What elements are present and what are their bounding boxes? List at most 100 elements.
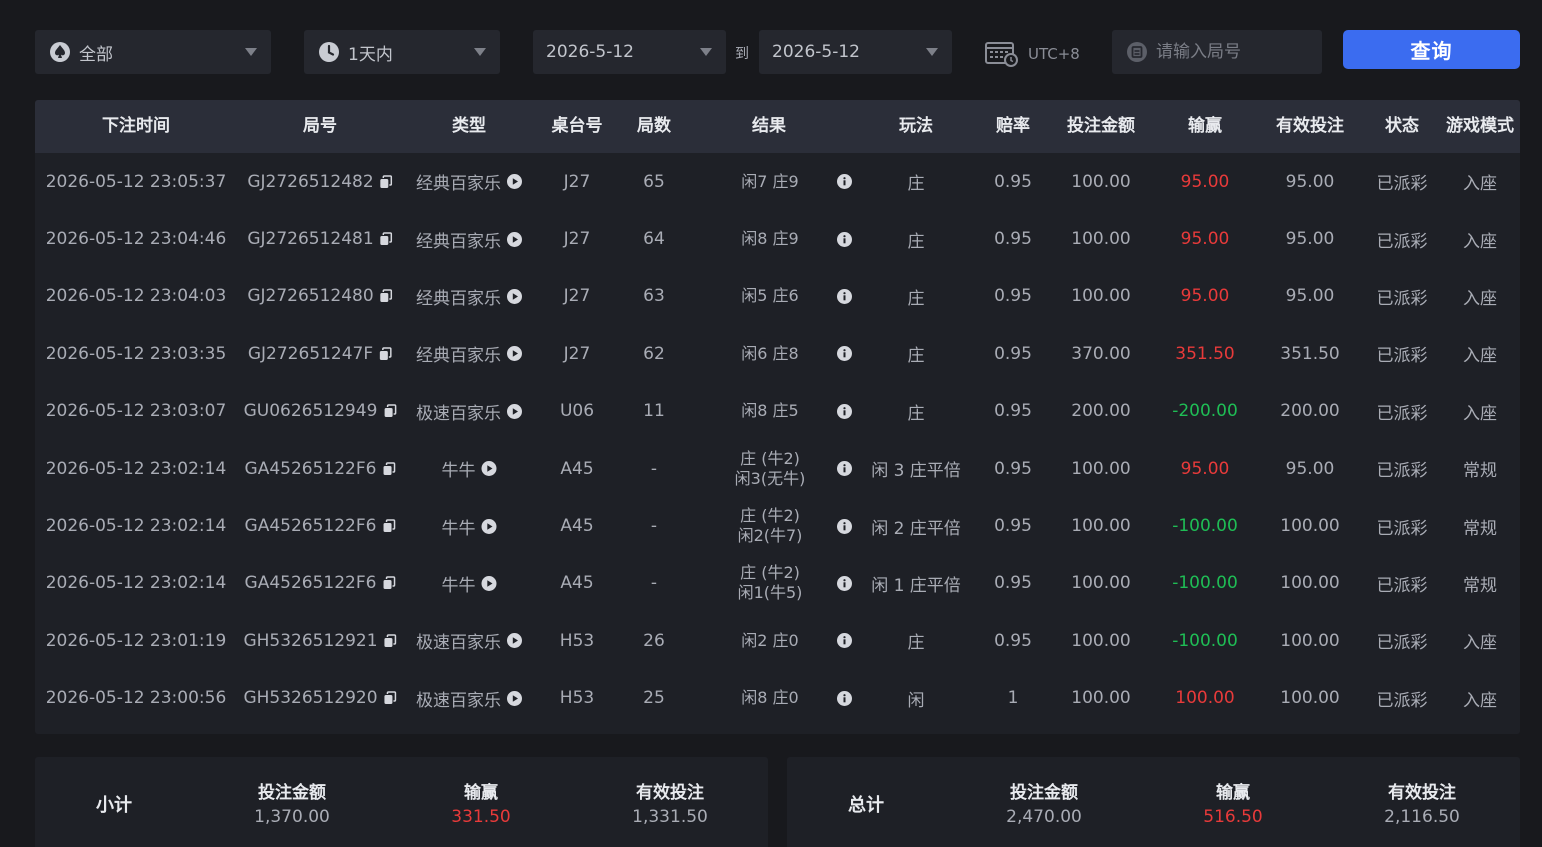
info-icon[interactable]	[837, 461, 852, 477]
play-replay-icon[interactable]	[481, 461, 497, 477]
cell-round-id: GH5326512921	[243, 612, 397, 669]
header-game-mode: 游戏模式	[1446, 116, 1514, 136]
cell-game-type: 经典百家乐	[416, 210, 522, 267]
table-row[interactable]: 2026-05-12 23:04:46 GJ2726512481 经典百家乐 J27 6…	[35, 210, 1520, 267]
cell-round-id: GJ272651247F	[248, 325, 392, 382]
cell-round-id: GJ2726512482	[247, 153, 393, 210]
cell-odds: 1	[1007, 688, 1019, 709]
cell-bet-time: 2026-05-12 23:00:56	[45, 688, 227, 709]
play-replay-icon[interactable]	[481, 518, 497, 534]
copy-icon[interactable]	[380, 174, 393, 189]
result-line: 闲2 庄0	[741, 630, 799, 650]
cell-play: 庄	[907, 288, 925, 309]
query-button[interactable]: 查询	[1343, 30, 1520, 69]
game-type-text: 极速百家乐	[416, 633, 501, 654]
play-replay-icon[interactable]	[507, 288, 522, 304]
header-status: 状态	[1385, 116, 1419, 136]
info-icon[interactable]	[837, 174, 852, 190]
cell-play: 闲 2 庄平倍	[871, 518, 961, 539]
cell-bet-amount: 370.00	[1071, 343, 1131, 364]
table-row[interactable]: 2026-05-12 23:04:03 GJ2726512480 经典百家乐 J27 6…	[35, 268, 1520, 325]
info-icon[interactable]	[837, 518, 852, 534]
cell-round-id: GJ2726512481	[247, 210, 393, 267]
table-row[interactable]: 2026-05-12 23:02:14 GA45265122F6 牛牛 A45 - 庄 (…	[35, 555, 1520, 612]
copy-icon[interactable]	[384, 634, 397, 648]
table-row[interactable]: 2026-05-12 23:02:14 GA45265122F6 牛牛 A45 - 庄 (…	[35, 440, 1520, 497]
cell-bet-time: 2026-05-12 23:01:19	[45, 630, 227, 651]
game-type-select[interactable]: 全部	[35, 30, 271, 74]
round-id-text: GA45265122F6	[244, 573, 377, 594]
play-replay-icon[interactable]	[481, 575, 497, 591]
play-replay-icon[interactable]	[507, 346, 522, 362]
game-type-text: 牛牛	[441, 518, 476, 539]
end-date-select[interactable]: 2026-5-12	[759, 30, 952, 74]
cell-result: 庄 (牛2) 闲3(无牛)	[720, 440, 852, 497]
start-date-select[interactable]: 2026-5-12	[533, 30, 726, 74]
cell-table-no: H53	[559, 688, 595, 709]
copy-icon[interactable]	[380, 232, 393, 246]
total-valid-value: 2,116.50	[1384, 807, 1460, 827]
info-icon[interactable]	[837, 288, 852, 304]
result-text: 闲8 庄9	[720, 229, 820, 249]
date-range-separator: 到	[735, 46, 749, 62]
cell-round-count: 62	[643, 343, 665, 364]
cell-odds: 0.95	[994, 573, 1032, 594]
table-row[interactable]: 2026-05-12 23:03:07 GU0626512949 极速百家乐 U06 1…	[35, 383, 1520, 440]
copy-icon[interactable]	[383, 404, 397, 418]
game-type-text: 牛牛	[441, 461, 476, 482]
play-replay-icon[interactable]	[507, 690, 522, 706]
cell-game-mode: 常规	[1463, 575, 1497, 596]
play-replay-icon[interactable]	[507, 174, 522, 190]
info-icon[interactable]	[837, 690, 852, 706]
play-replay-icon[interactable]	[507, 633, 522, 649]
result-line: 闲1(牛5)	[737, 583, 803, 603]
table-row[interactable]: 2026-05-12 23:00:56 GH5326512920 极速百家乐 H53 2…	[35, 670, 1520, 727]
copy-icon[interactable]	[382, 461, 396, 476]
cell-bet-time: 2026-05-12 23:02:14	[45, 573, 227, 594]
copy-icon[interactable]	[379, 347, 392, 361]
copy-icon[interactable]	[384, 691, 397, 705]
copy-icon[interactable]	[380, 289, 393, 303]
cell-valid-bet: 95.00	[1285, 458, 1335, 479]
cell-table-no: U06	[559, 401, 595, 422]
round-search-field[interactable]	[1112, 30, 1375, 74]
info-icon[interactable]	[837, 403, 852, 419]
copy-icon[interactable]	[382, 519, 396, 533]
table-row[interactable]: 2026-05-12 23:01:19 GH5326512921 极速百家乐 H53 2…	[35, 612, 1520, 669]
info-icon[interactable]	[837, 575, 852, 591]
cell-valid-bet: 200.00	[1280, 401, 1340, 422]
table-row[interactable]: 2026-05-12 23:02:14 GA45265122F6 牛牛 A45 - 庄 (…	[35, 497, 1520, 554]
info-icon[interactable]	[837, 633, 852, 649]
round-id-text: GJ2726512482	[247, 171, 374, 192]
result-line: 庄 (牛2)	[740, 448, 800, 468]
header-play: 玩法	[899, 116, 933, 136]
cell-valid-bet: 95.00	[1285, 286, 1335, 307]
subtotal-winloss-label: 输赢	[463, 783, 498, 803]
result-text: 闲6 庄8	[720, 344, 820, 364]
cell-table-no: A45	[560, 573, 594, 594]
cell-game-mode: 入座	[1463, 346, 1497, 367]
cell-result: 闲7 庄9	[720, 153, 852, 210]
calendar-timezone-icon[interactable]	[985, 39, 1019, 67]
play-replay-icon[interactable]	[507, 231, 522, 247]
copy-icon[interactable]	[382, 576, 396, 590]
cell-win-loss: -100.00	[1172, 516, 1238, 537]
info-icon[interactable]	[837, 346, 852, 362]
time-range-select[interactable]: 1天内	[304, 30, 500, 74]
info-icon[interactable]	[837, 231, 852, 247]
table-row[interactable]: 2026-05-12 23:05:37 GJ2726512482 经典百家乐 J27 6…	[35, 153, 1520, 210]
cell-valid-bet: 351.50	[1280, 343, 1340, 364]
table-row[interactable]: 2026-05-12 23:03:35 GJ272651247F 经典百家乐 J27 6…	[35, 325, 1520, 382]
round-id-text: GJ272651247F	[247, 343, 374, 364]
subtotal-valid-label: 有效投注	[635, 783, 704, 803]
cell-round-count: 65	[643, 171, 665, 192]
cell-win-loss: 95.00	[1180, 458, 1230, 479]
subtotal-valid-value: 1,331.50	[632, 807, 708, 827]
game-type-text: 经典百家乐	[416, 174, 501, 195]
bet-record-table: 下注时间 局号 类型 桌台号 局数 结果 玩法 赔率 投注金额 输赢 有效投注 状态 游戏模式 2026…	[35, 100, 1520, 734]
round-id-text: GU0626512949	[243, 401, 378, 422]
header-result: 结果	[752, 116, 786, 136]
play-replay-icon[interactable]	[507, 403, 522, 419]
cell-bet-time: 2026-05-12 23:03:35	[45, 343, 227, 364]
cell-valid-bet: 100.00	[1280, 573, 1340, 594]
